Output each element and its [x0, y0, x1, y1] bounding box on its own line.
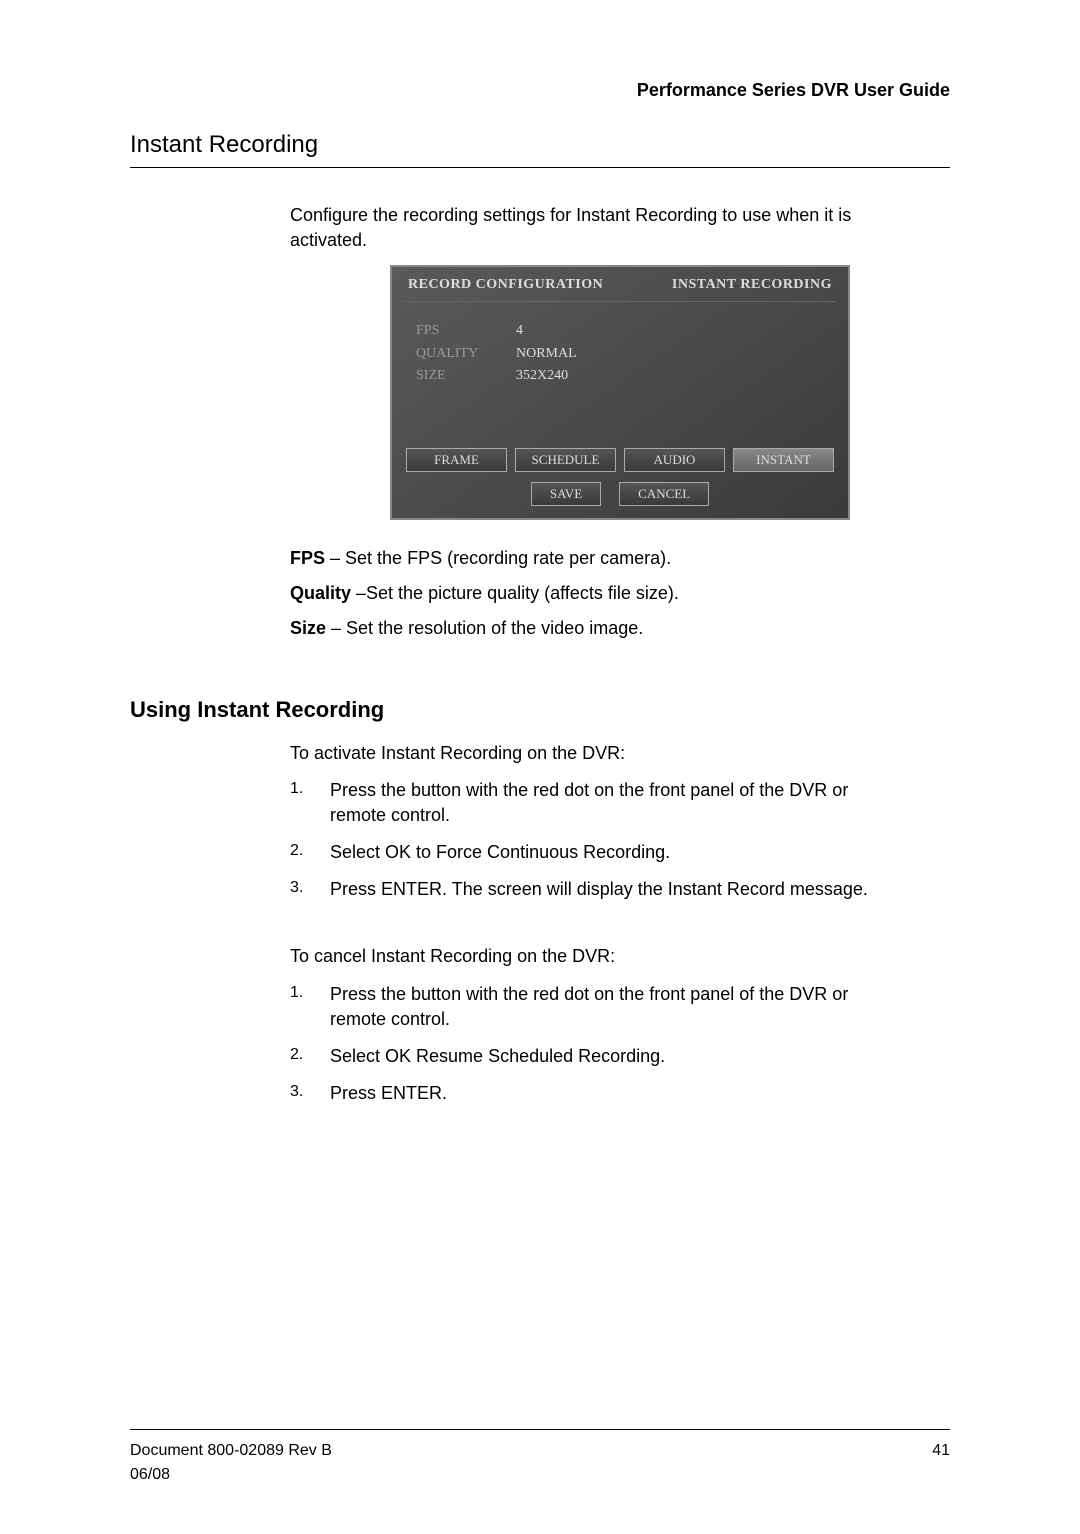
screenshot-body: FPS 4 QUALITY NORMAL SIZE 352X240 — [404, 302, 836, 447]
screenshot-title-left: RECORD CONFIGURATION — [408, 277, 603, 293]
setting-row-quality: QUALITY NORMAL — [416, 343, 824, 365]
section-divider — [130, 167, 950, 168]
list-item: Select OK Resume Scheduled Recording. — [290, 1044, 900, 1069]
activate-intro: To activate Instant Recording on the DVR… — [290, 741, 900, 766]
definition-term: Size — [290, 618, 326, 638]
step-text: Press the button with the red dot on the… — [330, 778, 900, 828]
page-footer: Document 800-02089 Rev B 41 06/08 — [130, 1429, 950, 1484]
record-config-screenshot: RECORD CONFIGURATION INSTANT RECORDING F… — [390, 265, 850, 519]
step-text: Press ENTER. The screen will display the… — [330, 877, 868, 902]
subsection-title: Using Instant Recording — [130, 697, 950, 723]
setting-row-fps: FPS 4 — [416, 320, 824, 342]
step-text: Select OK Resume Scheduled Recording. — [330, 1044, 665, 1069]
activate-steps-list: Press the button with the red dot on the… — [290, 778, 900, 903]
definition-desc: – Set the FPS (recording rate per camera… — [325, 548, 671, 568]
definition-fps: FPS – Set the FPS (recording rate per ca… — [290, 545, 900, 572]
list-item: Select OK to Force Continuous Recording. — [290, 840, 900, 865]
definition-size: Size – Set the resolution of the video i… — [290, 615, 900, 642]
setting-label: FPS — [416, 320, 516, 342]
screenshot-actions: SAVE CANCEL — [404, 482, 836, 506]
step-text: Select OK to Force Continuous Recording. — [330, 840, 670, 865]
save-button-img: SAVE — [531, 482, 601, 506]
footer-divider — [130, 1429, 950, 1430]
screenshot-container: RECORD CONFIGURATION INSTANT RECORDING F… — [390, 265, 950, 519]
setting-value: NORMAL — [516, 343, 577, 365]
screenshot-tabs: FRAME SCHEDULE AUDIO INSTANT — [404, 448, 836, 472]
definition-term: FPS — [290, 548, 325, 568]
cancel-intro: To cancel Instant Recording on the DVR: — [290, 944, 900, 969]
list-item: Press ENTER. — [290, 1081, 900, 1106]
cancel-button-img: CANCEL — [619, 482, 709, 506]
definition-term: Quality — [290, 583, 351, 603]
screenshot-header: RECORD CONFIGURATION INSTANT RECORDING — [404, 275, 836, 302]
setting-label: QUALITY — [416, 343, 516, 365]
list-item: Press the button with the red dot on the… — [290, 778, 900, 828]
tab-audio: AUDIO — [624, 448, 725, 472]
tab-instant: INSTANT — [733, 448, 834, 472]
cancel-steps-list: Press the button with the red dot on the… — [290, 982, 900, 1107]
footer-page-number: 41 — [932, 1442, 950, 1460]
definition-desc: –Set the picture quality (affects file s… — [351, 583, 679, 603]
screenshot-title-right: INSTANT RECORDING — [672, 277, 832, 293]
footer-doc-ref: Document 800-02089 Rev B — [130, 1442, 332, 1460]
setting-label: SIZE — [416, 365, 516, 387]
definition-desc: – Set the resolution of the video image. — [326, 618, 643, 638]
section-intro: Configure the recording settings for Ins… — [290, 203, 900, 253]
section-title: Instant Recording — [130, 131, 950, 159]
step-text: Press the button with the red dot on the… — [330, 982, 900, 1032]
definition-quality: Quality –Set the picture quality (affect… — [290, 580, 900, 607]
tab-schedule: SCHEDULE — [515, 448, 616, 472]
step-text: Press ENTER. — [330, 1081, 447, 1106]
setting-value: 352X240 — [516, 365, 568, 387]
doc-header-title: Performance Series DVR User Guide — [130, 80, 950, 101]
setting-value: 4 — [516, 320, 523, 342]
tab-frame: FRAME — [406, 448, 507, 472]
setting-row-size: SIZE 352X240 — [416, 365, 824, 387]
list-item: Press ENTER. The screen will display the… — [290, 877, 900, 902]
list-item: Press the button with the red dot on the… — [290, 982, 900, 1032]
footer-date: 06/08 — [130, 1466, 950, 1484]
